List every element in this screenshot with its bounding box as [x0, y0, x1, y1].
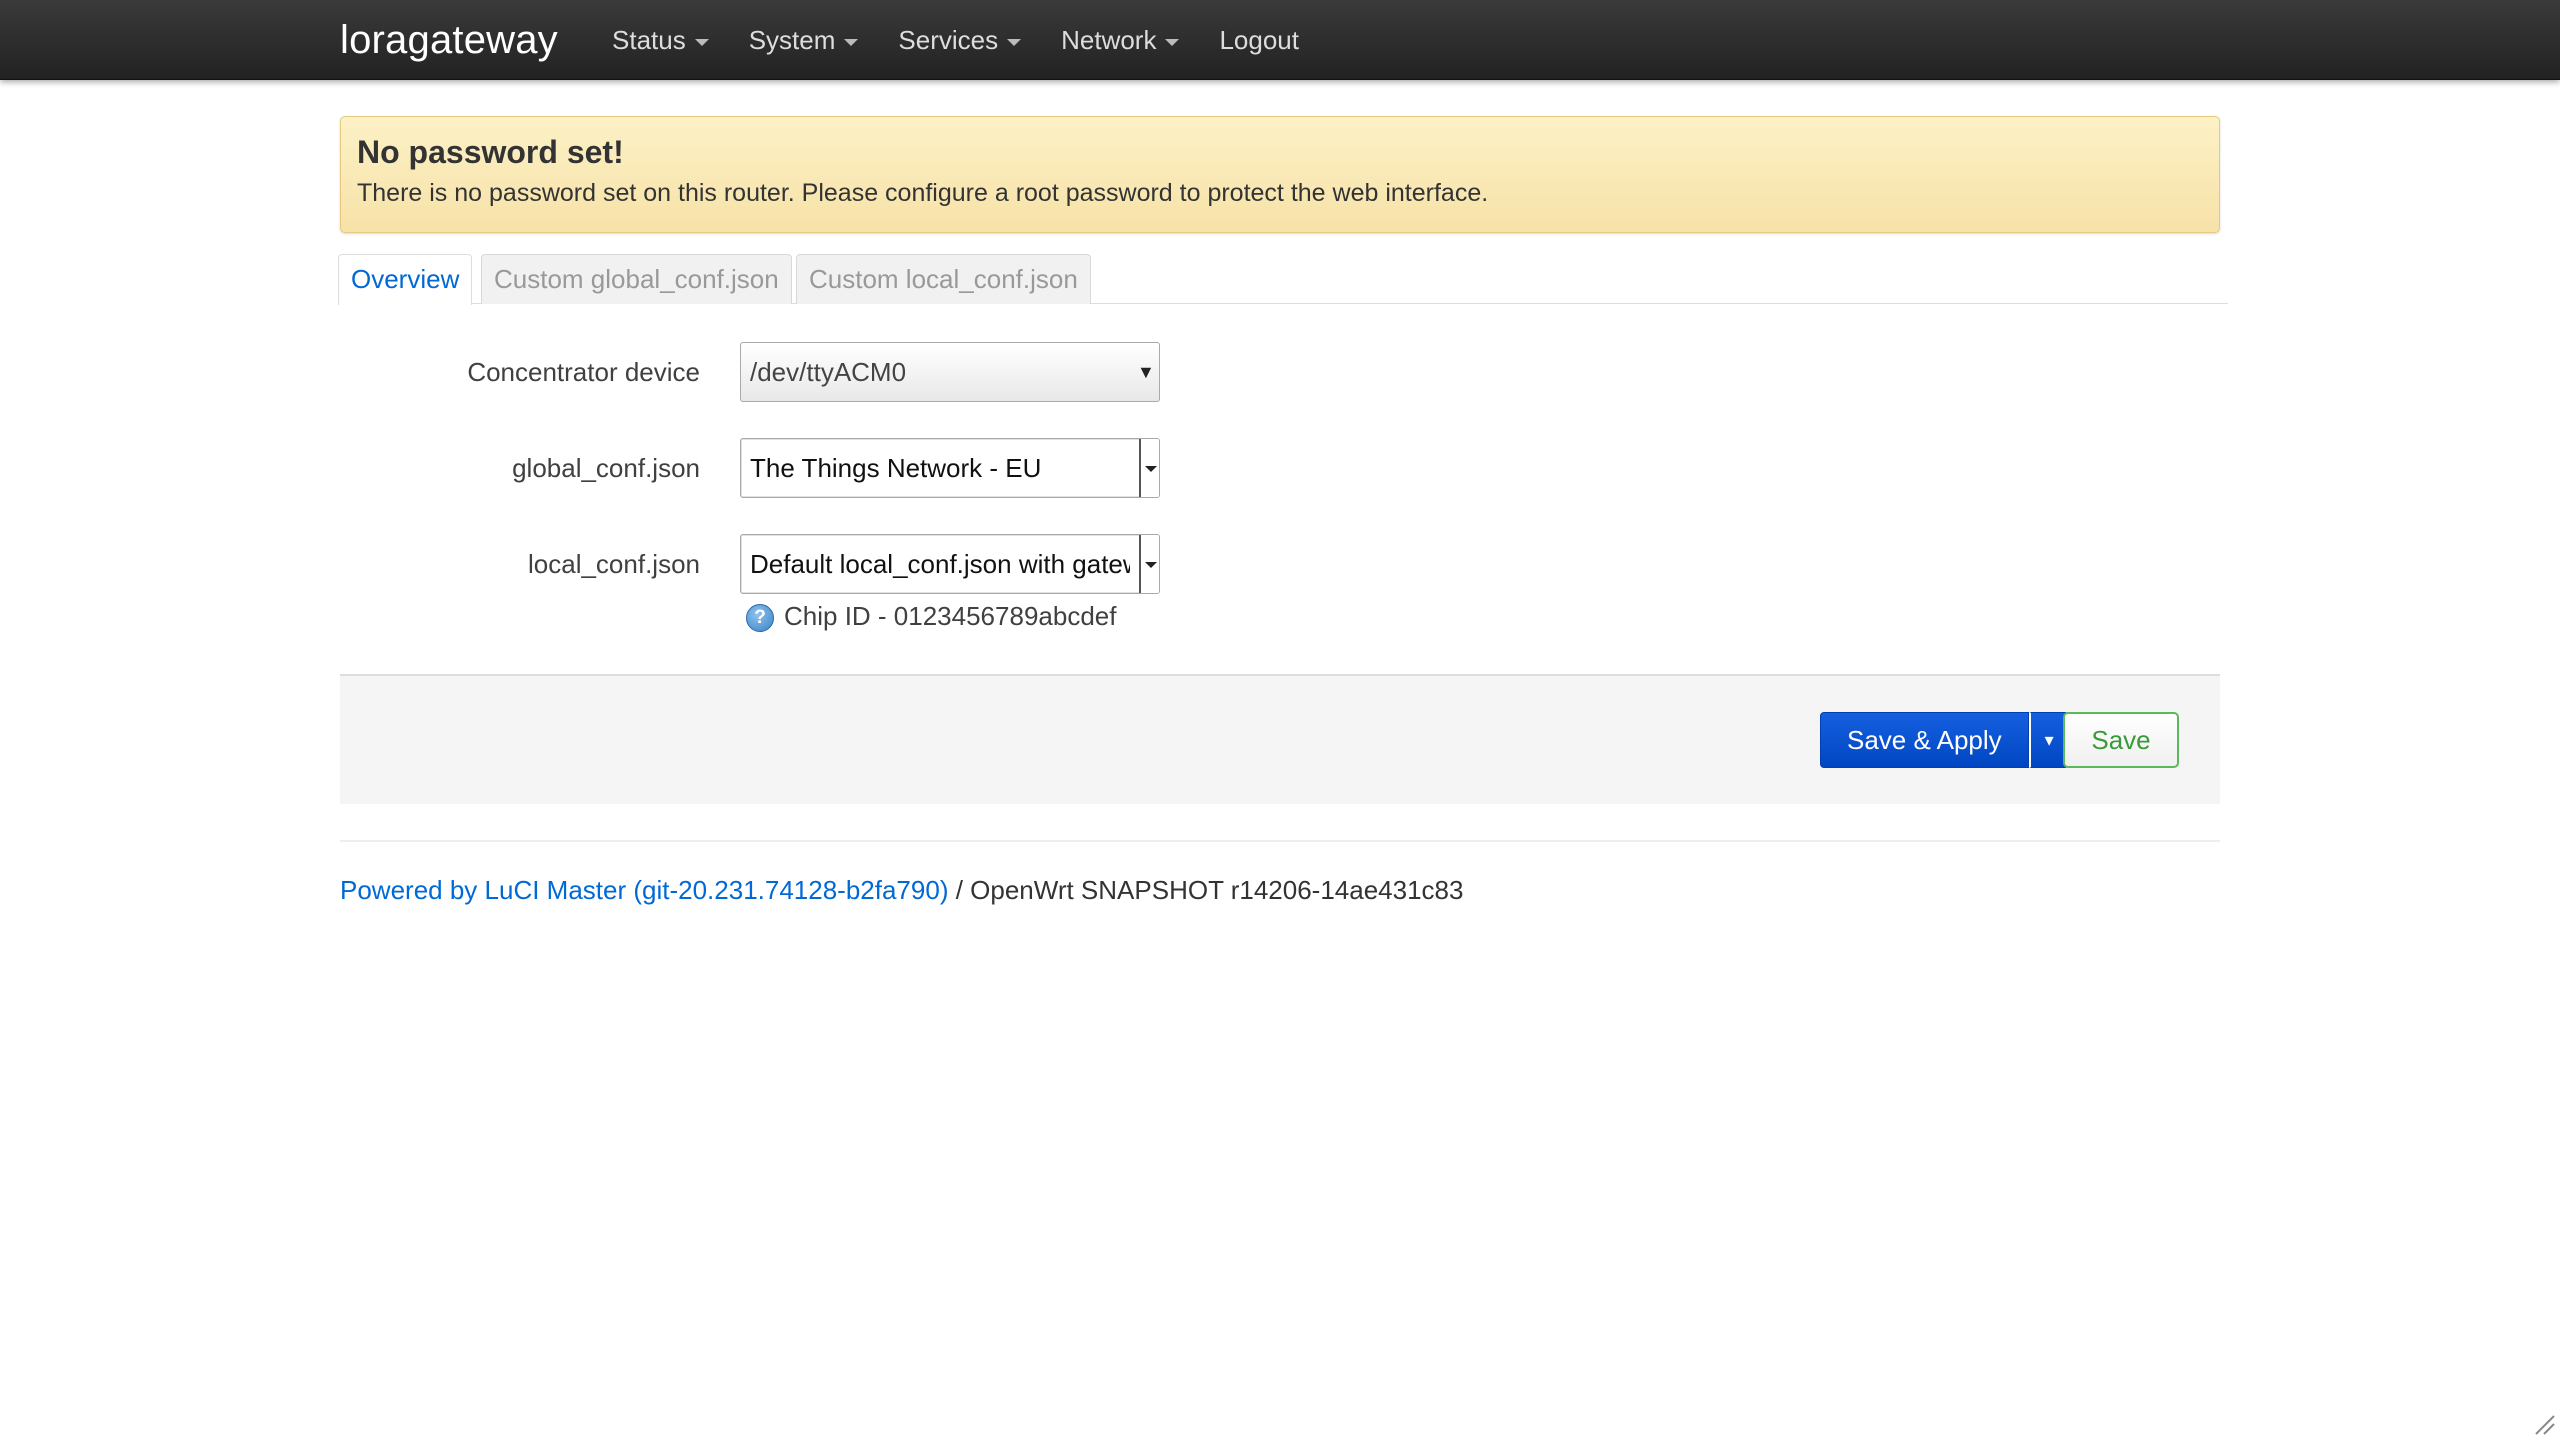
chip-id-text: Chip ID - 0123456789abcdef [784, 600, 1117, 631]
resize-grip-icon[interactable] [2532, 1412, 2556, 1436]
concentrator-device-value: /dev/ttyACM0 [750, 357, 907, 387]
form-actions: Save & Apply ▾ Save [340, 674, 2220, 804]
tab-custom-global-conf[interactable]: Custom global_conf.json [481, 254, 792, 304]
luci-link[interactable]: Powered by LuCI Master (git-20.231.74128… [340, 875, 948, 905]
caret-down-icon [694, 38, 709, 46]
local-conf-row: local_conf.json Default local_conf.json … [340, 534, 2220, 594]
caret-down-icon [1165, 38, 1180, 46]
main-nav: Status System Services Network Logout [592, 0, 1319, 80]
tab-overview[interactable]: Overview [338, 254, 473, 305]
brand-logo[interactable]: loragateway [340, 10, 558, 70]
global-conf-value: The Things Network - EU [750, 453, 1042, 483]
alert-message: There is no password set on this router.… [357, 179, 1489, 207]
nav-services-label: Services [898, 24, 999, 55]
openwrt-version: / OpenWrt SNAPSHOT r14206-14ae431c83 [948, 875, 1464, 905]
save-button[interactable]: Save [2063, 712, 2179, 768]
dropdown-arrow-icon: ▼ [1137, 362, 1155, 382]
footer-divider [340, 840, 2220, 842]
nav-status-label: Status [612, 24, 686, 55]
config-tabs: Overview Custom global_conf.json Custom … [338, 254, 2228, 305]
footer: Powered by LuCI Master (git-20.231.74128… [340, 872, 1463, 908]
nav-logout[interactable]: Logout [1199, 0, 1319, 80]
top-navbar: loragateway Status System Services Netwo… [0, 0, 2560, 80]
help-icon: ? [746, 604, 774, 632]
local-conf-value: Default local_conf.json with gatew [750, 549, 1130, 579]
nav-network-label: Network [1061, 24, 1157, 55]
global-conf-select[interactable]: The Things Network - EU [740, 438, 1160, 498]
nav-system-label: System [748, 24, 836, 55]
alert-title: No password set! [357, 134, 624, 170]
local-conf-select[interactable]: Default local_conf.json with gatew [740, 534, 1160, 594]
save-apply-button[interactable]: Save & Apply [1820, 712, 2029, 768]
nav-status[interactable]: Status [592, 0, 729, 80]
save-apply-group: Save & Apply ▾ [1820, 712, 2069, 768]
caret-down-icon [1007, 38, 1022, 46]
nav-services[interactable]: Services [878, 0, 1041, 80]
concentrator-device-label: Concentrator device [467, 357, 700, 387]
nav-system[interactable]: System [729, 0, 879, 80]
local-conf-label: local_conf.json [528, 549, 700, 579]
nav-logout-label: Logout [1219, 24, 1299, 55]
concentrator-device-select[interactable]: /dev/ttyACM0 ▼ [740, 342, 1160, 402]
caret-down-icon [844, 38, 859, 46]
nav-network[interactable]: Network [1041, 0, 1199, 80]
dropdown-arrow-icon [1139, 439, 1159, 497]
chip-id-hint: ? Chip ID - 0123456789abcdef [746, 598, 1116, 634]
concentrator-device-row: Concentrator device /dev/ttyACM0 ▼ [340, 342, 2220, 402]
dropdown-arrow-icon [1139, 535, 1159, 593]
global-conf-row: global_conf.json The Things Network - EU [340, 438, 2220, 498]
global-conf-label: global_conf.json [512, 453, 700, 483]
tab-custom-local-conf[interactable]: Custom local_conf.json [796, 254, 1091, 304]
no-password-alert: No password set! There is no password se… [340, 116, 2220, 233]
